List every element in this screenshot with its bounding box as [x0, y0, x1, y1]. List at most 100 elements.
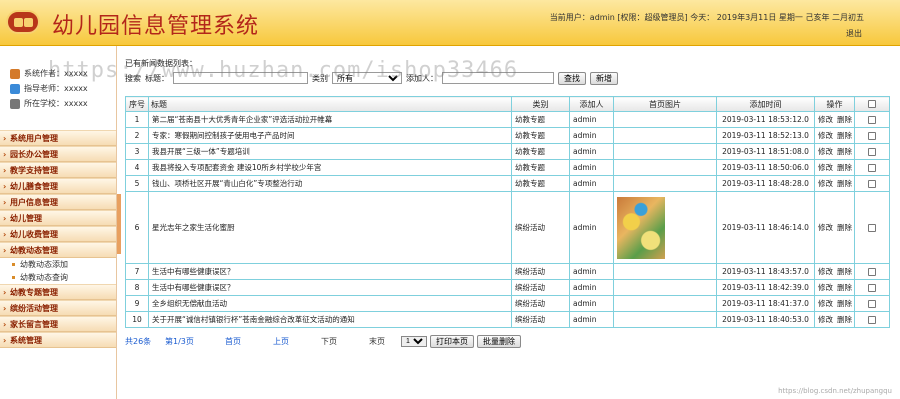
- print-page-button[interactable]: 打印本页: [430, 334, 474, 348]
- category-cell: 缤纷活动: [511, 263, 570, 280]
- row-checkbox[interactable]: [868, 132, 876, 140]
- title-cell[interactable]: 第二届“苍南县十大优秀青年企业家”评选活动拉开帷幕: [148, 111, 512, 128]
- table-row: 3 我县开展“三级一体”专题培训 幼教专题 admin 2019-03-11 18:51…: [125, 143, 890, 160]
- prev-page-link[interactable]: 上页: [273, 336, 321, 347]
- time-cell: 2019-03-11 18:51:08.0: [716, 143, 815, 160]
- table-row: 2 专家：寒假期间控制孩子使用电子产品时间 幼教专题 admin 2019-03-11 …: [125, 127, 890, 144]
- edit-link[interactable]: 修改: [818, 299, 833, 308]
- sidebar: 系统作者：xxxxx 指导老师：xxxxx 所在学校：xxxxx 系统用户管理园长办…: [0, 46, 117, 399]
- category-select[interactable]: 所有: [332, 72, 402, 84]
- search-button[interactable]: 查找: [558, 71, 586, 85]
- edit-link[interactable]: 修改: [818, 283, 833, 292]
- column-header: 序号: [125, 96, 149, 112]
- adder-cell: admin: [569, 143, 614, 160]
- sidebar-collapse-handle[interactable]: [117, 194, 121, 254]
- delete-link[interactable]: 删除: [837, 223, 852, 232]
- page-jump-select[interactable]: 1: [401, 335, 427, 347]
- sidebar-item[interactable]: 幼儿膳食管理: [0, 178, 116, 195]
- row-checkbox[interactable]: [868, 316, 876, 324]
- row-checkbox[interactable]: [868, 300, 876, 308]
- adder-label: 添加人：: [406, 73, 438, 83]
- title-cell[interactable]: 星光志年之家生活化蜜厨: [148, 191, 512, 264]
- time-cell: 2019-03-11 18:40:53.0: [716, 311, 815, 328]
- row-checkbox[interactable]: [868, 148, 876, 156]
- sidebar-item[interactable]: 用户信息管理: [0, 194, 116, 211]
- delete-link[interactable]: 删除: [837, 147, 852, 156]
- edit-link[interactable]: 修改: [818, 163, 833, 172]
- edit-link[interactable]: 修改: [818, 131, 833, 140]
- row-checkbox[interactable]: [868, 224, 876, 232]
- column-header: [854, 96, 890, 112]
- sidebar-item[interactable]: 系统用户管理: [0, 130, 116, 147]
- time-cell: 2019-03-11 18:42:39.0: [716, 279, 815, 296]
- delete-link[interactable]: 删除: [837, 299, 852, 308]
- add-button[interactable]: 新增: [590, 71, 618, 85]
- row-checkbox[interactable]: [868, 116, 876, 124]
- sidebar-item[interactable]: 缤纷活动管理: [0, 300, 116, 317]
- row-number-cell: 3: [125, 143, 149, 160]
- edit-link[interactable]: 修改: [818, 147, 833, 156]
- operation-cell: 修改 删除: [814, 143, 855, 160]
- operation-cell: 修改 删除: [814, 111, 855, 128]
- edit-link[interactable]: 修改: [818, 223, 833, 232]
- title-cell[interactable]: 专家：寒假期间控制孩子使用电子产品时间: [148, 127, 512, 144]
- sidebar-item[interactable]: 园长办公管理: [0, 146, 116, 163]
- row-checkbox[interactable]: [868, 268, 876, 276]
- title-cell[interactable]: 全乡组织无偿献血活动: [148, 295, 512, 312]
- title-label: 标题：: [145, 73, 169, 83]
- delete-link[interactable]: 删除: [837, 179, 852, 188]
- sidebar-subitem[interactable]: 幼教动态添加: [0, 258, 116, 271]
- image-cell: [613, 111, 717, 128]
- delete-link[interactable]: 删除: [837, 131, 852, 140]
- checkbox-cell: [854, 295, 890, 312]
- edit-link[interactable]: 修改: [818, 179, 833, 188]
- sidebar-item[interactable]: 系统管理: [0, 332, 116, 349]
- first-page-link[interactable]: 首页: [225, 336, 273, 347]
- logout-link[interactable]: 退出: [846, 28, 862, 39]
- title-cell[interactable]: 生活中有哪些健康误区？: [148, 263, 512, 280]
- row-checkbox[interactable]: [868, 180, 876, 188]
- user-icon: [10, 68, 20, 79]
- sidebar-item[interactable]: 家长留言管理: [0, 316, 116, 333]
- edit-link[interactable]: 修改: [818, 315, 833, 324]
- sidebar-item[interactable]: 幼教专题管理: [0, 284, 116, 301]
- system-info-label: 系统作者：xxxxx: [24, 69, 88, 78]
- row-checkbox[interactable]: [868, 164, 876, 172]
- time-cell: 2019-03-11 18:43:57.0: [716, 263, 815, 280]
- edit-link[interactable]: 修改: [818, 115, 833, 124]
- title-search-input[interactable]: [173, 72, 308, 84]
- adder-cell: admin: [569, 295, 614, 312]
- total-count: 共26条: [125, 336, 152, 346]
- delete-link[interactable]: 删除: [837, 315, 852, 324]
- category-cell: 缤纷活动: [511, 279, 570, 296]
- edit-link[interactable]: 修改: [818, 267, 833, 276]
- title-cell[interactable]: 我县将投入专项配套资金 建设10所乡村学校少年宫: [148, 159, 512, 176]
- sidebar-subitem[interactable]: 幼教动态查询: [0, 271, 116, 284]
- adder-search-input[interactable]: [442, 72, 554, 84]
- category-cell: 幼教专题: [511, 127, 570, 144]
- row-number-cell: 9: [125, 295, 149, 312]
- sidebar-item[interactable]: 幼教动态管理: [0, 242, 116, 259]
- delete-link[interactable]: 删除: [837, 163, 852, 172]
- image-cell: [613, 279, 717, 296]
- delete-link[interactable]: 删除: [837, 267, 852, 276]
- operation-cell: 修改 删除: [814, 295, 855, 312]
- sidebar-item[interactable]: 教学支持管理: [0, 162, 116, 179]
- sidebar-item[interactable]: 幼儿管理: [0, 210, 116, 227]
- checkbox-cell: [854, 311, 890, 328]
- system-info-row: 指导老师：xxxxx: [10, 81, 116, 96]
- select-all-checkbox[interactable]: [868, 100, 876, 108]
- delete-link[interactable]: 删除: [837, 115, 852, 124]
- title-cell[interactable]: 关于开展“诚信村镇银行杯”苍南金融综合改革征文活动的通知: [148, 311, 512, 328]
- delete-link[interactable]: 删除: [837, 283, 852, 292]
- next-page-link[interactable]: 下页: [321, 336, 369, 347]
- checkbox-cell: [854, 159, 890, 176]
- title-cell[interactable]: 钱山、项桥社区开展“青山白化”专项整治行动: [148, 175, 512, 192]
- title-cell[interactable]: 生活中有哪些健康误区？: [148, 279, 512, 296]
- adder-cell: admin: [569, 111, 614, 128]
- batch-delete-button[interactable]: 批量删除: [477, 334, 521, 348]
- row-checkbox[interactable]: [868, 284, 876, 292]
- sidebar-item[interactable]: 幼儿收费管理: [0, 226, 116, 243]
- last-page-link[interactable]: 末页: [369, 336, 401, 347]
- title-cell[interactable]: 我县开展“三级一体”专题培训: [148, 143, 512, 160]
